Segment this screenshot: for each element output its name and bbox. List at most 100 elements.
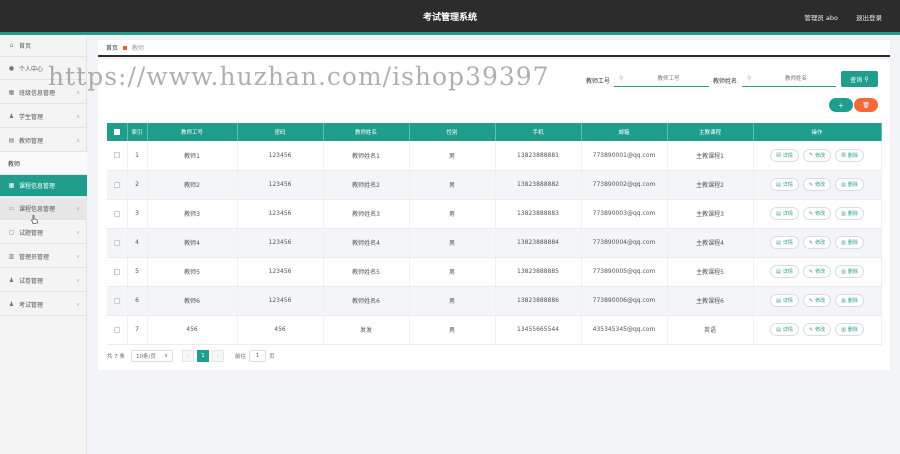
actions-cell: ▤ 详情 ✎ 修改 ▥ 删除 xyxy=(753,141,882,171)
detail-button[interactable]: ▤ 详情 xyxy=(770,323,799,336)
detail-icon: ▤ xyxy=(776,326,781,333)
trash-icon: ▥ xyxy=(841,239,846,246)
row-checkbox[interactable] xyxy=(113,239,120,246)
teacher-id-cell: 456 xyxy=(147,315,238,345)
edit-button[interactable]: ✎ 修改 xyxy=(802,148,832,162)
goto-page-input[interactable]: 1 xyxy=(249,350,267,362)
email-cell: 773890005@qq.com xyxy=(581,257,668,287)
teacher-id-cell: 教师3 xyxy=(147,199,238,229)
select-all-checkbox[interactable] xyxy=(113,128,120,135)
sidebar-item-course-info[interactable]: ▭ 课程信息管理 ∨ xyxy=(0,198,87,220)
page-size-select[interactable]: 10条/页 ∨ xyxy=(131,350,173,362)
teacher-name-input[interactable] xyxy=(742,71,836,87)
sidebar-subitem-teacher[interactable]: 教师 xyxy=(0,152,87,175)
edit-icon: ✎ xyxy=(808,210,814,217)
detail-button[interactable]: ▤ 详情 xyxy=(770,207,799,220)
row-checkbox[interactable] xyxy=(113,181,120,188)
course-cell: 主教课程4 xyxy=(667,228,754,258)
teacher-name-cell: 发发 xyxy=(323,315,410,345)
query-button-label: 查询 xyxy=(850,76,863,84)
prev-page-button[interactable]: ‹ xyxy=(182,350,194,362)
index-cell: 4 xyxy=(127,228,148,258)
row-checkbox[interactable] xyxy=(113,152,120,159)
password-cell: 123456 xyxy=(237,199,324,229)
delete-button[interactable]: ▥ 删除 xyxy=(835,148,864,162)
edit-button[interactable]: ✎ 修改 xyxy=(802,294,832,307)
teacher-id-cell: 教师5 xyxy=(147,257,238,287)
sidebar-item-label: 学生管理 xyxy=(19,114,44,121)
column-header: 主教课程 xyxy=(667,123,754,141)
chevron-left-icon: ‹ xyxy=(186,353,190,359)
detail-button-label: 详情 xyxy=(782,240,793,246)
next-page-button[interactable]: › xyxy=(212,350,224,362)
phone-cell: 13823888881 xyxy=(495,141,582,171)
email-cell: 773890003@qq.com xyxy=(581,199,668,229)
course-cell: 主教课程1 xyxy=(667,141,754,171)
query-button[interactable]: 查询 ⚲ xyxy=(841,71,878,87)
edit-button[interactable]: ✎ 修改 xyxy=(802,178,832,191)
sidebar-item-questions[interactable]: ▢ 试题管理 ∨ xyxy=(0,222,87,244)
edit-button[interactable]: ✎ 修改 xyxy=(802,236,832,249)
actions-cell: ▤ 详情 ✎ 修改 ▥ 删除 xyxy=(753,315,882,345)
teacher-name-cell: 教师姓名3 xyxy=(323,199,410,229)
row-checkbox[interactable] xyxy=(113,297,120,304)
edit-button-label: 修改 xyxy=(815,240,826,246)
row-checkbox-cell xyxy=(107,315,128,345)
sidebar-item-teachers[interactable]: ▤ 教师管理 ∧ xyxy=(0,130,87,152)
sidebar-item-course-info-hover[interactable]: ▦ 课程信息管理 xyxy=(0,175,87,197)
chevron-down-icon: ∨ xyxy=(76,301,80,308)
edit-icon: ✎ xyxy=(808,239,814,246)
detail-button[interactable]: ▤ 详情 xyxy=(770,265,799,278)
teacher-id-input[interactable] xyxy=(614,71,709,87)
header-accent-strip xyxy=(0,32,900,35)
trash-icon: 🗑 xyxy=(862,102,870,109)
detail-button-label: 详情 xyxy=(782,298,793,304)
sidebar: ⌂ 首页 ● 个人中心 ∨ ▦ 班级信息管理 ∨ ♟ 学生管理 ∨ ▤ 教师管理… xyxy=(0,35,87,454)
sidebar-item-exams[interactable]: ♟ 考试管理 ∨ xyxy=(0,294,87,316)
detail-button[interactable]: ▤ 详情 xyxy=(770,178,799,191)
grid-icon: ▦ xyxy=(8,182,15,189)
sidebar-item-label: 试卷管理 xyxy=(19,278,44,285)
edit-button[interactable]: ✎ 修改 xyxy=(802,265,832,278)
add-button[interactable]: + xyxy=(829,98,853,112)
table-row: 3 教师3 123456 教师姓名3 男 13823888883 773890003@qq.… xyxy=(107,199,882,229)
batch-delete-button[interactable]: 🗑 xyxy=(854,98,878,112)
breadcrumb-home[interactable]: 首页 xyxy=(106,43,118,52)
row-checkbox[interactable] xyxy=(113,268,120,275)
detail-icon: ▤ xyxy=(776,268,781,275)
select-all-header[interactable] xyxy=(107,123,128,141)
logout-link[interactable]: 退出登录 xyxy=(856,12,882,22)
detail-button[interactable]: ▤ 详情 xyxy=(770,236,799,249)
detail-button[interactable]: ▤ 详情 xyxy=(770,148,799,162)
detail-icon: ▤ xyxy=(776,239,781,246)
delete-button[interactable]: ▥ 删除 xyxy=(835,178,864,191)
row-checkbox[interactable] xyxy=(113,326,120,333)
sidebar-item-students[interactable]: ♟ 学生管理 ∨ xyxy=(0,106,87,128)
password-cell: 123456 xyxy=(237,228,324,258)
trash-icon: ▥ xyxy=(841,297,846,304)
detail-button[interactable]: ▤ 详情 xyxy=(770,294,799,307)
row-checkbox[interactable] xyxy=(113,210,120,217)
column-header: 教师姓名 xyxy=(323,123,410,141)
sidebar-item-home[interactable]: ⌂ 首页 xyxy=(0,35,87,57)
table-row: 7 456 456 发发男 13455665544 435345345@qq.com 英语 ▤… xyxy=(107,315,882,345)
delete-button[interactable]: ▥ 删除 xyxy=(835,265,864,278)
table-row: 2 教师2 123456 教师姓名2 男 13823888882 773890002@qq.… xyxy=(107,170,882,200)
user-icon: ● xyxy=(8,65,15,72)
detail-button-label: 详情 xyxy=(782,269,793,275)
delete-button[interactable]: ▥ 删除 xyxy=(835,236,864,249)
phone-cell: 13823888886 xyxy=(495,286,582,316)
search-icon: ⚲ xyxy=(864,75,869,83)
delete-button[interactable]: ▥ 删除 xyxy=(835,294,864,307)
sidebar-item-papers[interactable]: ♟ 试卷管理 ∨ xyxy=(0,270,87,292)
page-number-current[interactable]: 1 xyxy=(197,350,209,362)
sidebar-item-admins[interactable]: ▥ 管理员管理 ∨ xyxy=(0,246,87,268)
row-checkbox-cell xyxy=(107,170,128,200)
sidebar-item-label: 考试管理 xyxy=(19,302,44,309)
edit-button[interactable]: ✎ 修改 xyxy=(802,207,832,220)
delete-button[interactable]: ▥ 删除 xyxy=(835,323,864,336)
email-cell: 773890001@qq.com xyxy=(581,141,668,171)
course-cell: 主教课程5 xyxy=(667,257,754,287)
delete-button[interactable]: ▥ 删除 xyxy=(835,207,864,220)
edit-button[interactable]: ✎ 修改 xyxy=(802,323,832,336)
